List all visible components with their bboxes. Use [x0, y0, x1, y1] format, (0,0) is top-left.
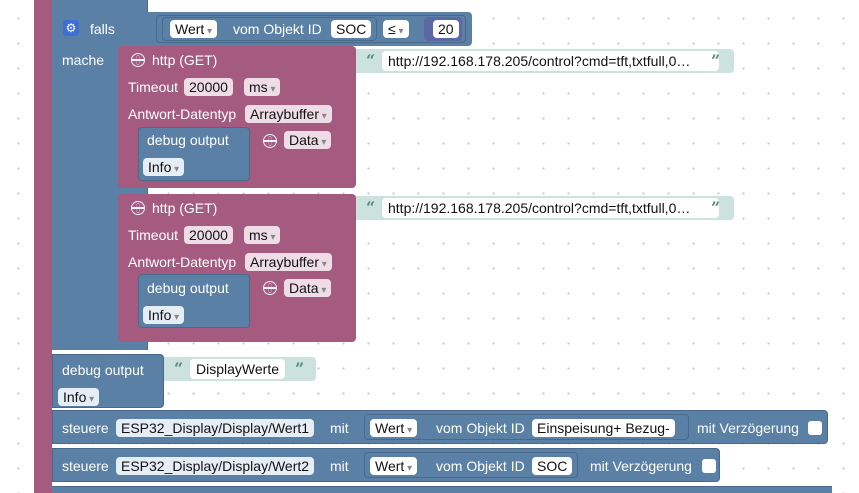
gear-icon[interactable]: ⚙	[63, 20, 79, 36]
url-field[interactable]: http://192.168.178.205/control?cmd=tft,t…	[382, 198, 719, 218]
timeout-unit-dropdown[interactable]: ms	[244, 78, 281, 96]
quote-open-icon: “	[366, 198, 376, 217]
log-level-dropdown[interactable]: Info	[143, 158, 185, 176]
globe-icon	[131, 53, 145, 67]
debug-label: debug output	[147, 132, 229, 148]
object-id-field[interactable]: SOC	[532, 457, 573, 475]
delay-label: mit Verzögerung	[590, 458, 692, 474]
timeout-field[interactable]: 20000	[184, 226, 233, 244]
data-var-dropdown[interactable]: Data	[284, 279, 332, 297]
response-type-dropdown[interactable]: Arraybuffer	[245, 253, 332, 271]
response-type-label: Antwort-Datentyp	[128, 254, 237, 270]
http-title: http (GET)	[152, 52, 218, 68]
control-keyword: steuere	[62, 458, 109, 474]
object-id-field[interactable]: SOC	[331, 20, 372, 38]
control-keyword: steuere	[62, 420, 109, 436]
text-field[interactable]: DisplayWerte	[190, 359, 285, 379]
quote-open-icon: “	[174, 359, 184, 378]
http-title: http (GET)	[152, 200, 218, 216]
quote-close-icon: ”	[295, 359, 305, 378]
log-level-dropdown[interactable]: Info	[143, 306, 185, 324]
control-target-field[interactable]: ESP32_Display/Display/Wert1	[116, 419, 315, 437]
delay-checkbox[interactable]	[702, 459, 716, 473]
of-object-label: vom Objekt ID	[233, 21, 322, 37]
timeout-label: Timeout	[128, 79, 179, 95]
number-field[interactable]: 20	[433, 20, 459, 38]
do-label: mache	[62, 52, 105, 68]
of-object-label: vom Objekt ID	[436, 458, 525, 474]
data-var-dropdown[interactable]: Data	[284, 131, 332, 149]
timeout-label: Timeout	[128, 227, 179, 243]
outer-block-strip	[34, 0, 52, 493]
timeout-unit-dropdown[interactable]: ms	[244, 226, 281, 244]
of-object-label: vom Objekt ID	[436, 420, 525, 436]
debug-label: debug output	[62, 362, 144, 378]
control-target-field[interactable]: ESP32_Display/Display/Wert2	[116, 457, 315, 475]
value-dropdown[interactable]: Wert	[370, 419, 418, 437]
globe-icon	[263, 134, 277, 148]
response-type-label: Antwort-Datentyp	[128, 106, 237, 122]
globe-icon	[131, 201, 145, 215]
value-dropdown[interactable]: Wert	[170, 20, 218, 38]
debug-label: debug output	[147, 280, 229, 296]
delay-label: mit Verzögerung	[697, 420, 799, 436]
response-type-dropdown[interactable]: Arraybuffer	[245, 105, 332, 123]
globe-icon	[263, 281, 277, 295]
quote-close-icon: ”	[711, 198, 721, 217]
delay-checkbox[interactable]	[808, 421, 822, 435]
url-field[interactable]: http://192.168.178.205/control?cmd=tft,t…	[382, 51, 719, 71]
with-label: mit	[330, 458, 349, 474]
timeout-field[interactable]: 20000	[184, 78, 233, 96]
next-block-partial[interactable]	[52, 486, 832, 493]
value-dropdown[interactable]: Wert	[370, 457, 418, 475]
with-label: mit	[330, 420, 349, 436]
quote-close-icon: ”	[711, 51, 721, 70]
quote-open-icon: “	[366, 51, 376, 70]
if-keyword: falls	[90, 21, 115, 37]
object-id-field[interactable]: Einspeisung+ Bezug-	[532, 419, 675, 437]
log-level-dropdown[interactable]: Info	[58, 388, 100, 406]
operator-dropdown[interactable]: ≤	[383, 20, 409, 38]
